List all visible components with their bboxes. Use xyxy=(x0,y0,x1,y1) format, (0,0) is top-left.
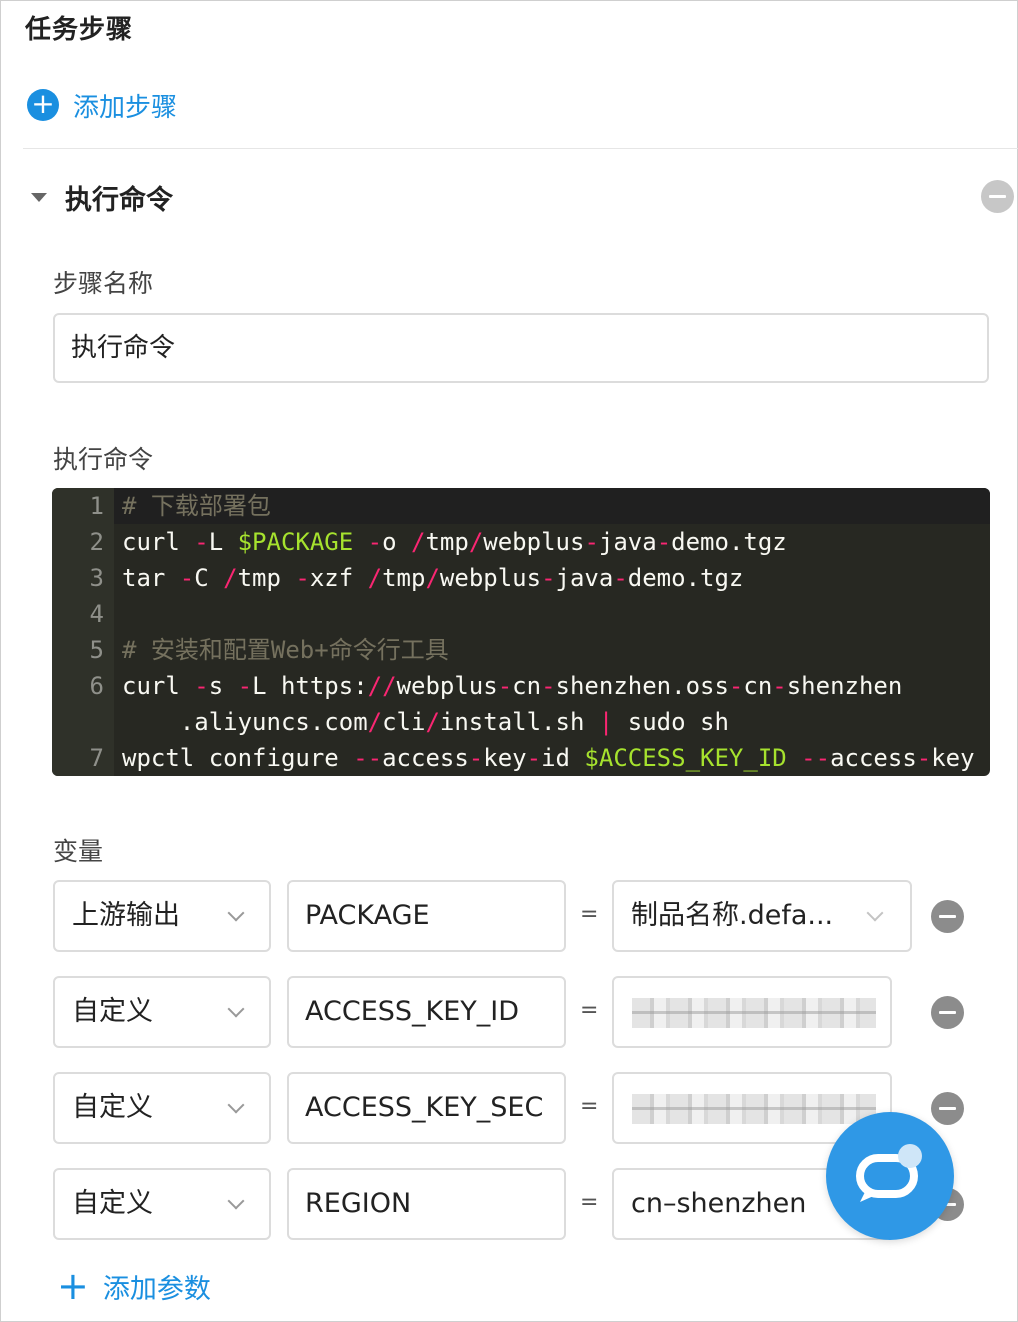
masked-value xyxy=(632,998,876,1028)
command-editor[interactable]: 1 2 3 4 5 6 7 # 下载部署包 curl -L $PACKAGE -… xyxy=(52,488,990,776)
variable-source-select[interactable]: 自定义 xyxy=(53,1168,271,1240)
variable-name-input[interactable]: PACKAGE xyxy=(287,880,566,952)
equals-sign: = xyxy=(580,998,599,1023)
step-collapse-toggle[interactable]: 执行命令 xyxy=(31,175,173,219)
step-name-label: 步骤名称 xyxy=(53,269,154,298)
variable-name-input[interactable]: ACCESS_KEY_SEC xyxy=(287,1072,566,1144)
variable-source-select[interactable]: 自定义 xyxy=(53,1072,271,1144)
variable-name-input[interactable]: REGION xyxy=(287,1168,566,1240)
line-number: 2 xyxy=(89,528,104,556)
variable-value: cn–shenzhen xyxy=(631,1188,807,1219)
variables-label: 变量 xyxy=(53,837,104,866)
chevron-down-icon xyxy=(227,1096,245,1114)
equals-sign: = xyxy=(580,902,599,927)
chevron-down-icon xyxy=(227,1000,245,1018)
line-number: 4 xyxy=(89,600,104,628)
variable-row: 自定义 ACCESS_KEY_ID = xyxy=(53,976,1013,1048)
code-line: curl -s -L https://webplus-cn-shenzhen.o… xyxy=(122,672,903,700)
code-line: # 安装和配置Web+命令行工具 xyxy=(122,636,449,664)
variable-name-input[interactable]: ACCESS_KEY_ID xyxy=(287,976,566,1048)
add-step-button[interactable]: + 添加步骤 xyxy=(27,87,177,123)
variable-source-select[interactable]: 自定义 xyxy=(53,976,271,1048)
divider xyxy=(23,148,1018,149)
section-title: 任务步骤 xyxy=(25,15,134,45)
remove-variable-button[interactable] xyxy=(931,900,964,933)
add-step-label: 添加步骤 xyxy=(73,92,178,123)
add-parameter-button[interactable]: + 添加参数 xyxy=(57,1266,211,1306)
chat-bubble-icon xyxy=(856,1144,922,1202)
chevron-down-icon xyxy=(227,1192,245,1210)
variable-source-value: 自定义 xyxy=(72,1092,153,1123)
equals-sign: = xyxy=(580,1094,599,1119)
step-title: 执行命令 xyxy=(65,184,173,216)
variable-value: 制品名称.defa... xyxy=(631,900,834,931)
line-number: 6 xyxy=(89,672,104,700)
code-line: curl -L $PACKAGE -o /tmp/webplus-java-de… xyxy=(122,528,787,556)
equals-sign: = xyxy=(580,1190,599,1215)
step-name-input[interactable]: 执行命令 xyxy=(53,313,989,383)
line-number: 7 xyxy=(89,744,104,772)
variable-row: 上游输出 PACKAGE = 制品名称.defa... xyxy=(53,880,1013,952)
code-line: wpctl configure --access-key-id $ACCESS_… xyxy=(122,744,975,772)
line-number: 3 xyxy=(89,564,104,592)
variable-source-value: 自定义 xyxy=(72,1188,153,1219)
variable-source-value: 上游输出 xyxy=(72,900,180,931)
line-number: 5 xyxy=(89,636,104,664)
plus-icon: + xyxy=(57,1264,89,1308)
code-line: # 下载部署包 xyxy=(122,492,271,520)
variable-source-select[interactable]: 上游输出 xyxy=(53,880,271,952)
line-number xyxy=(52,704,104,740)
caret-down-icon xyxy=(31,192,47,202)
chat-support-button[interactable] xyxy=(826,1112,954,1240)
chevron-down-icon xyxy=(227,904,245,922)
variable-source-value: 自定义 xyxy=(72,996,153,1027)
plus-circle-icon: + xyxy=(27,89,59,121)
variable-value-select[interactable]: 制品名称.defa... xyxy=(612,880,912,952)
code-line: .aliyuncs.com/cli/install.sh | sudo sh xyxy=(122,708,729,736)
code-line: tar -C /tmp -xzf /tmp/webplus-java-demo.… xyxy=(122,564,744,592)
variable-value-input[interactable] xyxy=(612,976,892,1048)
add-parameter-label: 添加参数 xyxy=(102,1273,211,1305)
remove-variable-button[interactable] xyxy=(931,996,964,1029)
task-steps-panel: 任务步骤 + 添加步骤 执行命令 步骤名称 执行命令 执行命令 1 2 3 4 … xyxy=(0,0,1018,1322)
remove-step-button[interactable] xyxy=(981,180,1014,213)
chevron-down-icon xyxy=(866,904,884,922)
command-label: 执行命令 xyxy=(53,445,154,474)
line-number: 1 xyxy=(89,492,104,520)
